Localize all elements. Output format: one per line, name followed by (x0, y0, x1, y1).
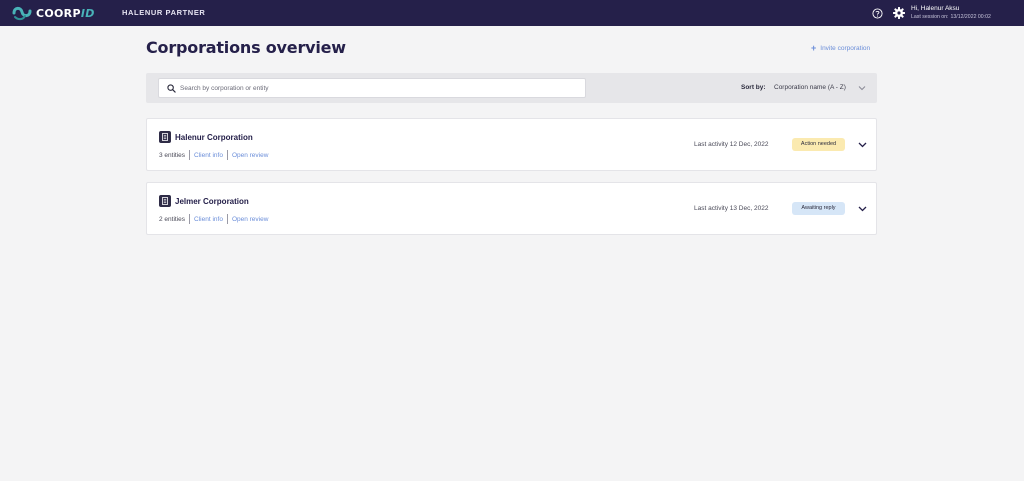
open-review-link[interactable]: Open review (232, 152, 269, 159)
sort-label: Sort by: (741, 84, 766, 91)
search-icon (167, 83, 176, 93)
invite-corporation-link[interactable]: + Invite corporation (811, 44, 870, 53)
help-icon[interactable] (872, 8, 883, 19)
logo-main-text: COORP (36, 6, 81, 20)
invite-corporation-label: Invite corporation (820, 45, 871, 52)
last-activity: Last activity 12 Dec, 2022 (694, 141, 769, 148)
logo-accent-text: ID (80, 6, 95, 20)
page-title: Corporations overview (146, 38, 346, 57)
corporation-meta: 2 entities Client info Open review (159, 214, 268, 224)
logo-text: COORPID (36, 7, 95, 20)
corporation-name[interactable]: Jelmer Corporation (175, 197, 249, 206)
chevron-down-icon[interactable] (858, 140, 867, 149)
partner-name: HALENUR PARTNER (122, 8, 206, 17)
filter-bar: Sort by: Corporation name (A - Z) (146, 73, 877, 103)
corporation-meta: 3 entities Client info Open review (159, 150, 268, 160)
chevron-down-icon[interactable] (858, 204, 867, 213)
search-field[interactable] (158, 78, 586, 98)
last-session-label: Last session on: (911, 13, 949, 20)
last-session: Last session on: 13/12/2022 00:02 (911, 13, 993, 20)
status-badge: Awaiting reply (792, 202, 845, 215)
corporation-card[interactable]: Halenur Corporation 3 entities Client in… (146, 118, 877, 171)
building-icon (159, 131, 171, 143)
client-info-link[interactable]: Client info (194, 152, 223, 159)
entities-count: 2 entities (159, 215, 186, 223)
plus-icon: + (811, 43, 817, 53)
user-info[interactable]: Hi, Halenur Aksu Last session on: 13/12/2… (911, 5, 993, 20)
last-session-value: 13/12/2022 00:02 (950, 13, 991, 20)
divider (226, 214, 228, 224)
client-info-link[interactable]: Client info (194, 216, 223, 223)
logo[interactable]: COORPID (12, 4, 95, 22)
top-bar: COORPID HALENUR PARTNER Hi, Halenur Aksu… (0, 0, 1024, 26)
entities-count: 3 entities (159, 151, 186, 159)
search-input[interactable] (180, 80, 570, 96)
divider (226, 150, 228, 160)
open-review-link[interactable]: Open review (232, 216, 269, 223)
last-activity: Last activity 13 Dec, 2022 (694, 205, 769, 212)
user-greeting: Hi, Halenur Aksu (911, 5, 960, 12)
chevron-down-icon[interactable] (858, 84, 866, 92)
building-icon (159, 195, 171, 207)
sort-select[interactable]: Corporation name (A - Z) (774, 84, 846, 91)
divider (189, 214, 191, 224)
gear-icon[interactable] (893, 7, 905, 19)
logo-wave-icon (12, 6, 32, 21)
status-badge: Action needed (792, 138, 845, 151)
corporation-name[interactable]: Halenur Corporation (175, 133, 253, 142)
corporation-card[interactable]: Jelmer Corporation 2 entities Client inf… (146, 182, 877, 235)
divider (189, 150, 191, 160)
